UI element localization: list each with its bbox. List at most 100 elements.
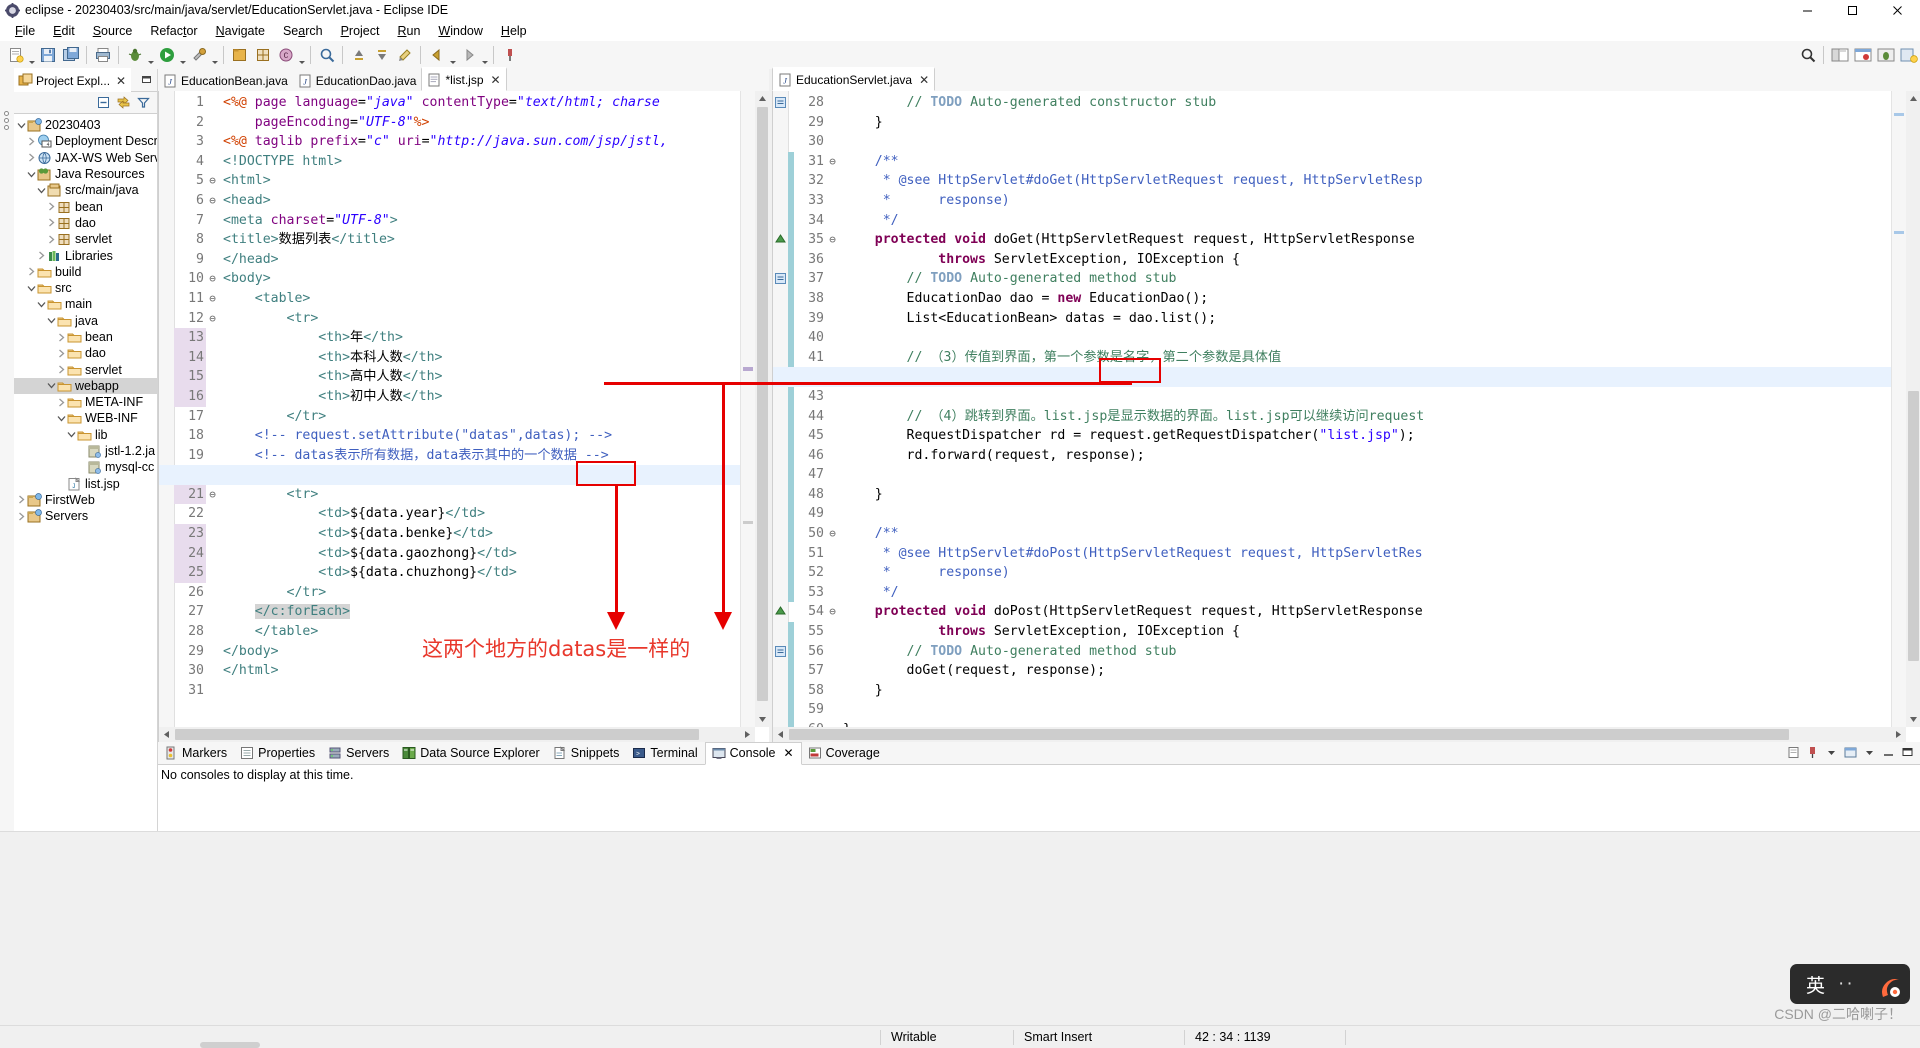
- code-text[interactable]: [839, 132, 843, 152]
- tree-item-src-main-java[interactable]: src/main/java: [14, 182, 157, 198]
- tree-item-jax-ws-web-services[interactable]: JAX-WS Web Services: [14, 150, 157, 166]
- run-external-tools-button[interactable]: [188, 45, 209, 66]
- perspective-web-icon[interactable]: [1852, 45, 1873, 66]
- code-text[interactable]: <th>年</th>: [219, 328, 403, 348]
- code-text[interactable]: <!-- request.setAttribute("datas",datas)…: [219, 426, 612, 446]
- scroll-up-arrow[interactable]: [755, 91, 770, 106]
- run-dropdown-arrow[interactable]: [178, 43, 187, 68]
- bottom-tab-coverage[interactable]: Coverage: [802, 743, 887, 764]
- code-text[interactable]: [839, 504, 843, 524]
- chevron-right-icon[interactable]: [46, 231, 57, 247]
- collapse-all-icon[interactable]: [94, 93, 113, 112]
- code-text[interactable]: <th>本科人数</th>: [219, 348, 442, 368]
- tree-item-deployment-descripto[interactable]: 4.0Deployment Descripto: [14, 133, 157, 149]
- menu-refactor[interactable]: Refactor: [141, 22, 206, 40]
- new-class-dropdown-arrow[interactable]: [297, 43, 306, 68]
- code-text[interactable]: }: [839, 113, 883, 133]
- code-text[interactable]: // TODO Auto-generated method stub: [839, 642, 1177, 662]
- code-text[interactable]: <table>: [219, 289, 311, 309]
- code-text[interactable]: throws ServletException, IOException {: [839, 622, 1240, 642]
- fold-toggle-icon[interactable]: ⊖: [206, 269, 219, 289]
- chevron-right-icon[interactable]: [36, 248, 47, 264]
- fold-toggle-icon[interactable]: ⊖: [826, 152, 839, 172]
- menu-run[interactable]: Run: [388, 22, 429, 40]
- fold-toggle-icon[interactable]: ⊖: [826, 524, 839, 544]
- code-text[interactable]: /**: [839, 152, 899, 172]
- tree-item-src[interactable]: src: [14, 280, 157, 296]
- chevron-right-icon[interactable]: [46, 215, 57, 231]
- code-text[interactable]: </table>: [219, 622, 319, 642]
- code-text[interactable]: <th>高中人数</th>: [219, 367, 442, 387]
- scroll-down-arrow[interactable]: [1906, 712, 1920, 727]
- bottom-tab-markers[interactable]: Markers: [158, 743, 234, 764]
- education-servlet-code-area[interactable]: 28 // TODO Auto-generated constructor st…: [772, 91, 1920, 743]
- left-overview-ruler[interactable]: [740, 91, 755, 727]
- left-vertical-scrollbar[interactable]: [755, 91, 770, 727]
- close-button[interactable]: [1875, 0, 1920, 20]
- code-text[interactable]: }: [839, 681, 883, 701]
- code-text[interactable]: <th>初中人数</th>: [219, 387, 442, 407]
- left-vscroll-thumb[interactable]: [757, 107, 768, 701]
- right-vertical-scrollbar[interactable]: [1906, 91, 1920, 727]
- editor-tab-educationdao.java[interactable]: J EducationDao.java: [292, 70, 422, 91]
- ime-indicator[interactable]: 英 ··: [1790, 964, 1910, 1004]
- chevron-right-icon[interactable]: [26, 133, 37, 149]
- tree-item-build[interactable]: build: [14, 264, 157, 280]
- code-text[interactable]: <td>${data.chuzhong}</td>: [219, 563, 517, 583]
- tree-item-list-jsp[interactable]: Jlist.jsp: [14, 476, 157, 492]
- pin-editor-button[interactable]: [499, 45, 520, 66]
- link-with-editor-icon[interactable]: [114, 93, 133, 112]
- tree-item-web-inf[interactable]: WEB-INF: [14, 410, 157, 426]
- chevron-right-icon[interactable]: [56, 394, 67, 410]
- code-text[interactable]: [839, 387, 843, 407]
- tree-item-main[interactable]: main: [14, 296, 157, 312]
- tree-item-java-resources[interactable]: Java Resources: [14, 166, 157, 182]
- fold-toggle-icon[interactable]: ⊖: [206, 309, 219, 329]
- tree-item-lib[interactable]: lib: [14, 427, 157, 443]
- code-text[interactable]: <%@ page language="java" contentType="te…: [219, 93, 660, 113]
- forward-dropdown-arrow[interactable]: [480, 43, 489, 68]
- open-console-icon[interactable]: [1841, 743, 1860, 762]
- right-hscroll-thumb[interactable]: [789, 729, 1789, 740]
- next-annotation-button[interactable]: [371, 45, 392, 66]
- bottom-dropdown-arrow[interactable]: [1860, 743, 1879, 762]
- code-text[interactable]: // （4）跳转到界面。list.jsp是显示数据的界面。list.jsp可以继…: [839, 407, 1425, 427]
- tree-item-bean[interactable]: bean: [14, 329, 157, 345]
- chevron-right-icon[interactable]: [26, 150, 37, 166]
- code-text[interactable]: <body>: [219, 269, 271, 289]
- code-text[interactable]: RequestDispatcher rd = request.getReques…: [839, 426, 1415, 446]
- tree-item-bean[interactable]: bean: [14, 198, 157, 214]
- code-text[interactable]: <tr>: [219, 485, 319, 505]
- menu-source[interactable]: Source: [84, 22, 142, 40]
- view-drag-handle[interactable]: [4, 111, 10, 130]
- code-text[interactable]: <meta charset="UTF-8">: [219, 211, 398, 231]
- debug-button[interactable]: [124, 45, 145, 66]
- fold-toggle-icon[interactable]: ⊖: [206, 485, 219, 505]
- code-text[interactable]: EducationDao dao = new EducationDao();: [839, 289, 1209, 309]
- chevron-right-icon[interactable]: [56, 362, 67, 378]
- list-jsp-code-area[interactable]: 1 <%@ page language="java" contentType="t…: [158, 91, 771, 743]
- minimize-button[interactable]: [1785, 0, 1830, 20]
- code-text[interactable]: */: [839, 211, 899, 231]
- tree-item-libraries[interactable]: Libraries: [14, 247, 157, 263]
- chevron-down-icon[interactable]: [16, 117, 27, 133]
- scroll-up-arrow[interactable]: [1906, 91, 1920, 106]
- search-icon[interactable]: [1797, 45, 1818, 66]
- maximize-button[interactable]: [1830, 0, 1875, 20]
- perspective-java-ee-icon[interactable]: [1829, 45, 1850, 66]
- chevron-right-icon[interactable]: [56, 345, 67, 361]
- external-tools-dropdown-arrow[interactable]: [210, 43, 219, 68]
- tree-item-webapp[interactable]: webapp: [14, 377, 157, 395]
- code-text[interactable]: <head>: [219, 191, 271, 211]
- new-button[interactable]: [5, 45, 26, 66]
- previous-annotation-button[interactable]: [348, 45, 369, 66]
- code-text[interactable]: [219, 681, 223, 701]
- code-text[interactable]: <td>${data.gaozhong}</td>: [219, 544, 517, 564]
- tree-item-servlet[interactable]: servlet: [14, 361, 157, 377]
- code-text[interactable]: * @see HttpServlet#doGet(HttpServletRequ…: [839, 171, 1423, 191]
- chevron-down-icon[interactable]: [36, 296, 47, 312]
- left-horizontal-scrollbar[interactable]: [159, 727, 755, 742]
- menu-window[interactable]: Window: [429, 22, 491, 40]
- close-icon[interactable]: ✕: [114, 74, 128, 88]
- console-body[interactable]: No consoles to display at this time.: [158, 765, 1920, 834]
